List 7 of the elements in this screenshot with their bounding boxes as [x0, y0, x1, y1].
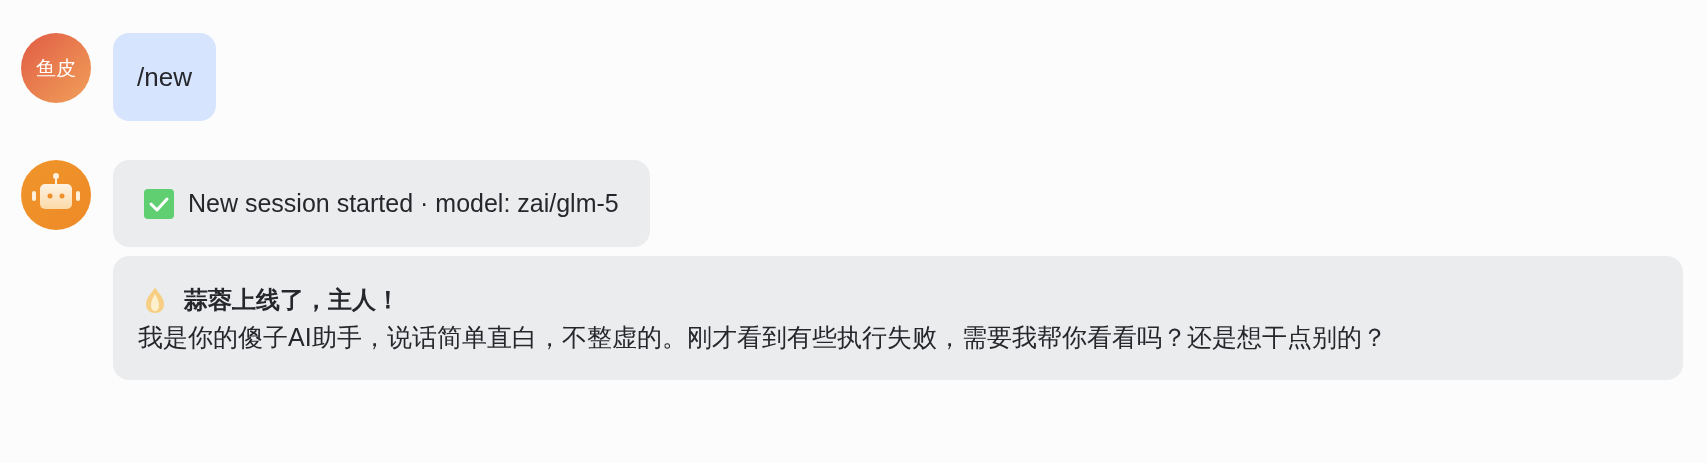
robot-avatar	[21, 160, 91, 230]
message-bubble: /new	[113, 33, 216, 121]
status-text: New session started · model: zai/glm-5	[188, 187, 619, 219]
message-title: 蒜蓉上线了，主人！	[184, 285, 400, 315]
checkmark-icon	[144, 188, 174, 219]
user-avatar: 鱼皮	[21, 33, 91, 103]
message-text: 我是你的傻子AI助手，说话简单直白，不整虚的。刚才看到有些执行失败，需要我帮你看看吗？还是想干点别的？	[138, 322, 1388, 353]
